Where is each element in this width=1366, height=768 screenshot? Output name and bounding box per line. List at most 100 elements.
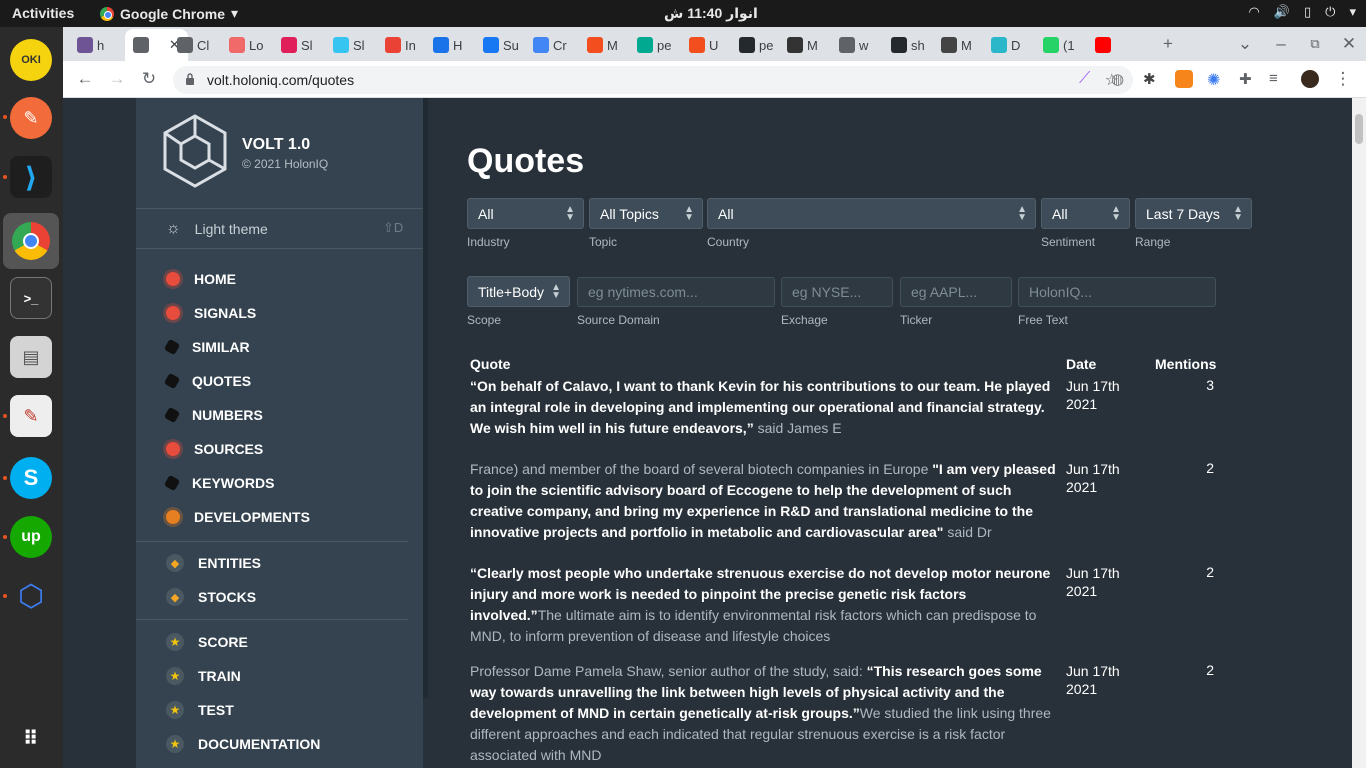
anydesk-icon[interactable]: ⬡	[10, 575, 52, 617]
sidebar-item-test[interactable]: ★ TEST	[166, 701, 234, 719]
restore-button[interactable]: ⧉	[1305, 34, 1325, 54]
scrollbar-thumb[interactable]	[1355, 114, 1363, 144]
tab[interactable]: M	[787, 33, 818, 57]
media-control-icon[interactable]: ≡	[1269, 70, 1287, 88]
activities-button[interactable]: Activities	[12, 5, 74, 21]
tab[interactable]: h	[77, 33, 104, 57]
new-tab-button[interactable]: +	[1158, 34, 1178, 54]
page-scrollbar[interactable]	[1352, 98, 1366, 768]
skype-icon[interactable]: S	[10, 457, 52, 499]
free-text-input[interactable]: HolonIQ...	[1018, 277, 1216, 307]
chrome-dock-icon[interactable]	[3, 213, 59, 269]
sidebar-item-signals[interactable]: SIGNALS	[166, 305, 256, 321]
globe-extension-icon[interactable]: ◍	[1111, 70, 1129, 88]
scope-select[interactable]: Title+Body ▲ ▼	[467, 276, 570, 307]
tab[interactable]: Sl	[333, 33, 365, 57]
dot-icon	[166, 306, 180, 320]
postman-icon[interactable]: ✎	[10, 97, 52, 139]
app-menu[interactable]: Google Chrome ▾	[100, 5, 238, 22]
sidebar-item-train[interactable]: ★ TRAIN	[166, 667, 241, 685]
tab[interactable]: M	[941, 33, 972, 57]
terminal-icon[interactable]: >_	[10, 277, 52, 319]
hexagon-icon	[163, 338, 181, 356]
tab-search-icon[interactable]: ⌄	[1235, 34, 1255, 54]
tab-favicon-icon	[385, 37, 401, 53]
sidebar-item-sources[interactable]: SOURCES	[166, 441, 263, 457]
reload-button[interactable]: ↻	[139, 69, 159, 89]
tab[interactable]: D	[991, 33, 1020, 57]
text-editor-icon[interactable]: ✎	[10, 395, 52, 437]
quote-column-header[interactable]: Quote	[470, 356, 510, 372]
tab[interactable]: Sl	[281, 33, 313, 57]
volume-icon: 🔊	[1273, 4, 1291, 19]
sidebar-item-entities[interactable]: ◆ ENTITIES	[166, 554, 261, 572]
vscode-icon[interactable]: ⟩	[10, 156, 52, 198]
mentions-column-header[interactable]: Mentions	[1155, 356, 1216, 372]
sidebar-item-home[interactable]: HOME	[166, 271, 236, 287]
clock[interactable]: انوار 11:40 ش	[664, 5, 758, 22]
sidebar-item-stocks[interactable]: ◆ STOCKS	[166, 588, 256, 606]
tab-label: h	[97, 37, 105, 53]
exchange-input[interactable]: eg NYSE...	[781, 277, 893, 307]
sidebar-item-developments[interactable]: DEVELOPMENTS	[166, 509, 310, 525]
quill-extension-icon[interactable]: ⟋	[1079, 70, 1097, 88]
metamask-extension-icon[interactable]	[1175, 70, 1193, 88]
running-indicator	[3, 535, 7, 539]
country-select[interactable]: All ▲ ▼	[707, 198, 1036, 229]
forward-button[interactable]: →	[107, 69, 127, 89]
tab[interactable]: M	[587, 33, 618, 57]
avatar[interactable]	[1301, 70, 1319, 88]
close-window-button[interactable]: ✕	[1339, 34, 1359, 54]
date-column-header[interactable]: Date	[1066, 356, 1096, 372]
tab[interactable]: U	[689, 33, 718, 57]
tab-label: (1	[1063, 37, 1075, 53]
okular-icon[interactable]: OKI	[10, 39, 52, 81]
sidebar-item-label: KEYWORDS	[192, 475, 275, 491]
tab-label: M	[807, 37, 818, 53]
industry-value: All	[478, 206, 494, 222]
minimize-button[interactable]: –	[1271, 34, 1291, 54]
bug-extension-icon[interactable]: ✱	[1143, 70, 1161, 88]
tab-favicon-icon	[787, 37, 803, 53]
running-indicator	[3, 175, 7, 179]
tab-favicon-icon	[177, 37, 193, 53]
sidebar-item-keywords[interactable]: KEYWORDS	[163, 474, 275, 492]
tab[interactable]: (1	[1043, 33, 1075, 57]
tab[interactable]: In	[385, 33, 416, 57]
tab[interactable]	[1095, 33, 1115, 57]
dot-icon	[166, 442, 180, 456]
files-icon[interactable]: ▤	[10, 336, 52, 378]
volt-logo-icon	[163, 114, 227, 188]
sidebar-item-numbers[interactable]: NUMBERS	[163, 406, 263, 424]
sidebar-item-documentation[interactable]: ★ DOCUMENTATION	[166, 735, 320, 753]
source-domain-input[interactable]: eg nytimes.com...	[577, 277, 775, 307]
show-apps-icon[interactable]: ⠿	[10, 717, 52, 759]
gear-extension-icon[interactable]: ✺	[1207, 70, 1225, 89]
tab[interactable]: Cl	[177, 33, 209, 57]
sidebar-item-similar[interactable]: SIMILAR	[163, 338, 250, 356]
upwork-icon[interactable]: up	[10, 516, 52, 558]
ticker-input[interactable]: eg AAPL...	[900, 277, 1012, 307]
tab[interactable]: sh	[891, 33, 925, 57]
industry-select[interactable]: All ▲ ▼	[467, 198, 584, 229]
tab[interactable]: Su	[483, 33, 519, 57]
tab[interactable]: pe	[637, 33, 671, 57]
tab[interactable]: H	[433, 33, 462, 57]
sentiment-select[interactable]: All ▲ ▼	[1041, 198, 1130, 229]
sidebar-item-score[interactable]: ★ SCORE	[166, 633, 248, 651]
tab[interactable]: Cr	[533, 33, 567, 57]
topic-select[interactable]: All Topics ▲ ▼	[589, 198, 703, 229]
tab[interactable]: w	[839, 33, 868, 57]
puzzle-icon[interactable]: ✚	[1239, 70, 1257, 88]
range-select[interactable]: Last 7 Days ▲ ▼	[1135, 198, 1252, 229]
tab[interactable]: pe	[739, 33, 773, 57]
scope-label: Scope	[467, 313, 502, 327]
tab-favicon-icon	[941, 37, 957, 53]
system-tray[interactable]: ◠ 🔊 ▯ ⏻ ▾	[1248, 4, 1356, 20]
back-button[interactable]: ←	[75, 69, 95, 89]
menu-icon[interactable]: ⋮	[1333, 69, 1353, 89]
sidebar-item-quotes[interactable]: QUOTES	[163, 372, 251, 390]
theme-toggle[interactable]: ☼ Light theme	[166, 220, 268, 238]
tab[interactable]: Lo	[229, 33, 263, 57]
address-bar[interactable]: volt.holoniq.com/quotes ☆	[173, 66, 1133, 94]
